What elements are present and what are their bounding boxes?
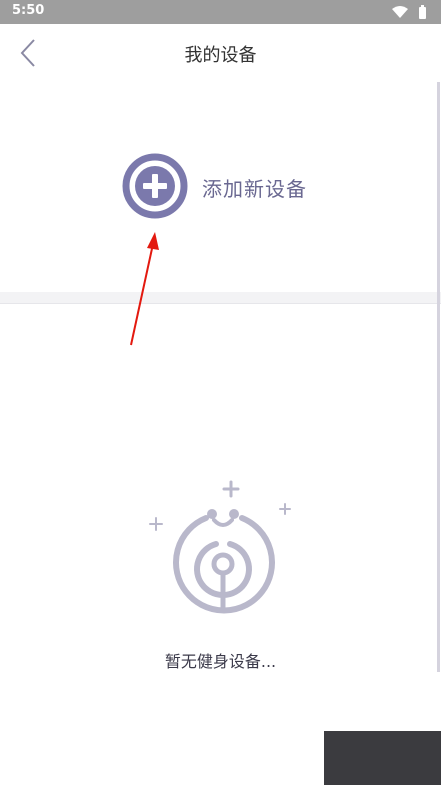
add-device-section: 添加新设备 (0, 82, 441, 292)
page-title: 我的设备 (184, 45, 257, 66)
annotation-arrow-icon (130, 232, 159, 346)
scrollbar[interactable] (437, 82, 440, 672)
add-device-label: 添加新设备 (202, 177, 307, 201)
plus-circle-icon (122, 153, 188, 219)
nav-bar: 我的设备 (0, 24, 441, 82)
corner-overlay (324, 731, 441, 785)
status-time: 5:50 (12, 3, 45, 18)
empty-state-text: 暂无健身设备... (164, 652, 277, 671)
battery-icon (419, 5, 426, 19)
status-bar: 5:50 (0, 0, 441, 24)
wifi-icon (392, 6, 408, 18)
status-icons (391, 4, 431, 24)
section-divider (0, 292, 441, 304)
device-signal-icon (149, 480, 291, 614)
add-device-button[interactable]: 添加新设备 (121, 152, 341, 222)
